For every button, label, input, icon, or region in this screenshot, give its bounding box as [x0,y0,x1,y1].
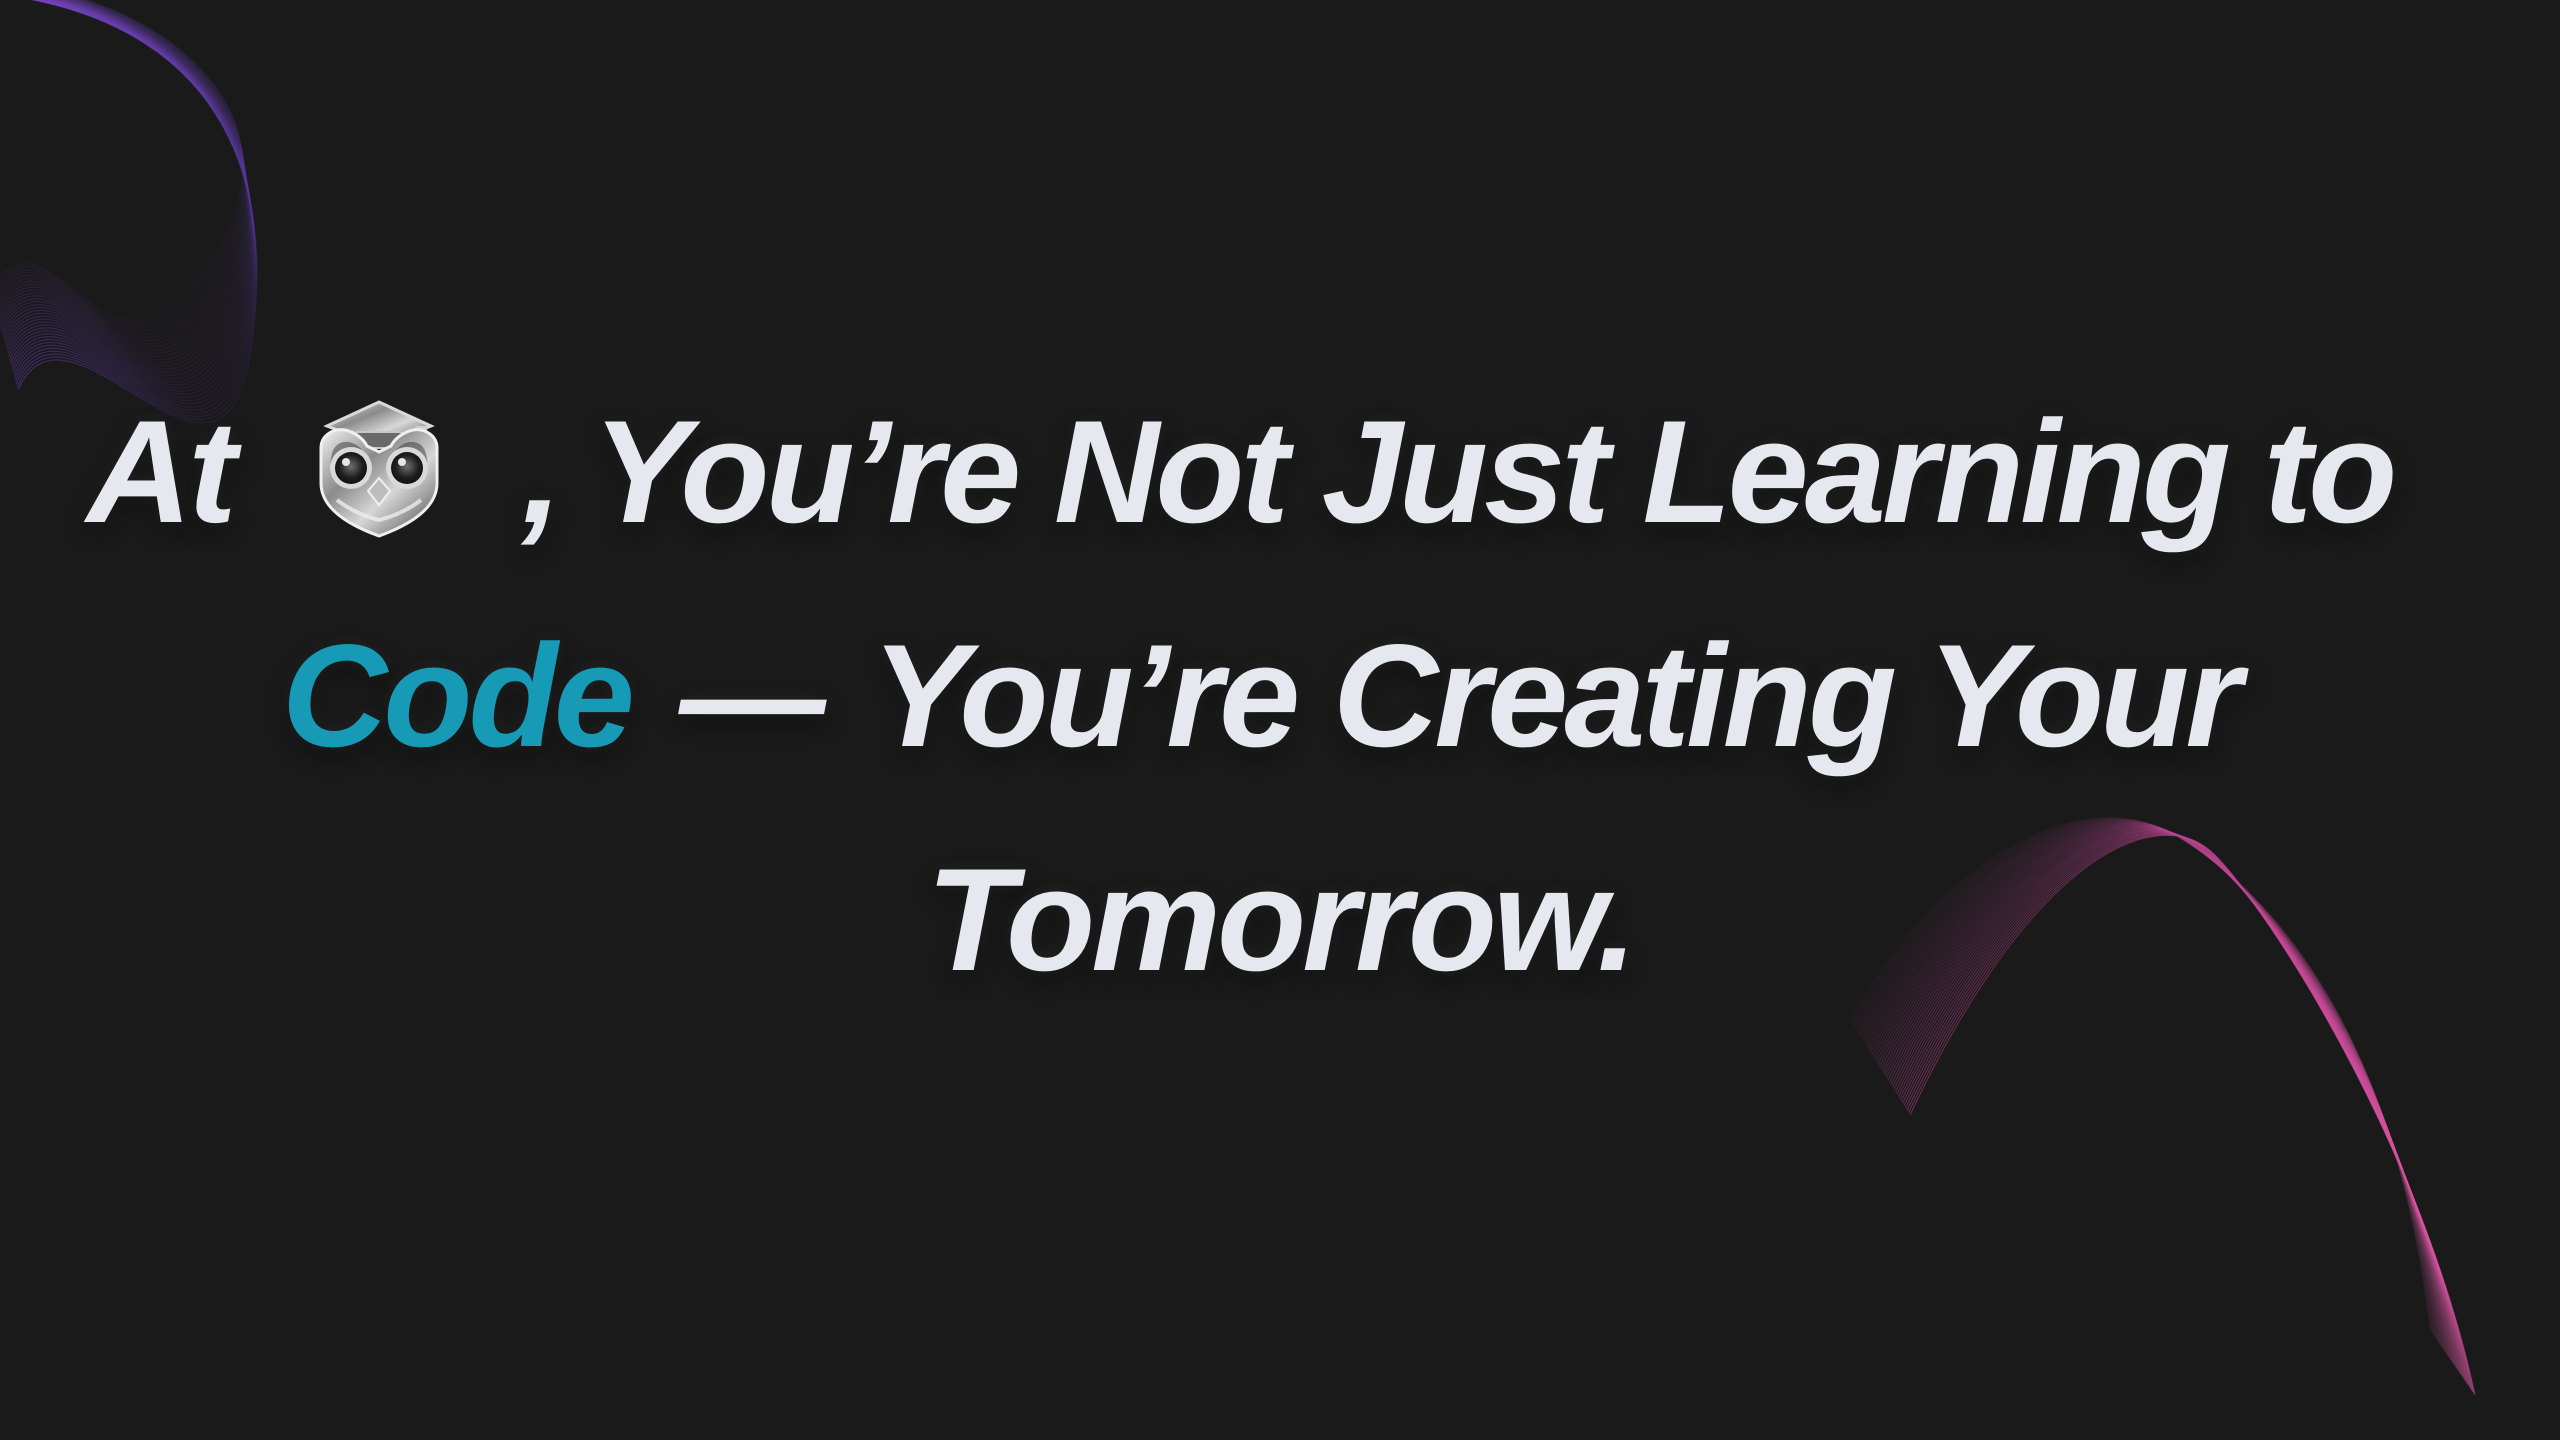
headline-at-text: At [86,390,237,553]
headline-line-1: At , You’re Not Just Learning to [0,360,2520,584]
main-headline: At , You’re Not Just Learning to Code — … [0,360,2560,1032]
headline-line-3: Tomorrow. [0,808,2560,1032]
headline-tomorrow-text: Tomorrow. [926,838,1637,1001]
headline-dash: — [679,614,825,777]
headline-line-1-text: , You’re Not Just Learning to [521,390,2397,553]
owl-graduation-icon [289,392,469,542]
headline-line-2: Code — You’re Creating Your [0,584,2540,808]
headline-line-2-text: You’re Creating Your [871,614,2242,777]
headline-code-highlight: Code [281,614,635,777]
